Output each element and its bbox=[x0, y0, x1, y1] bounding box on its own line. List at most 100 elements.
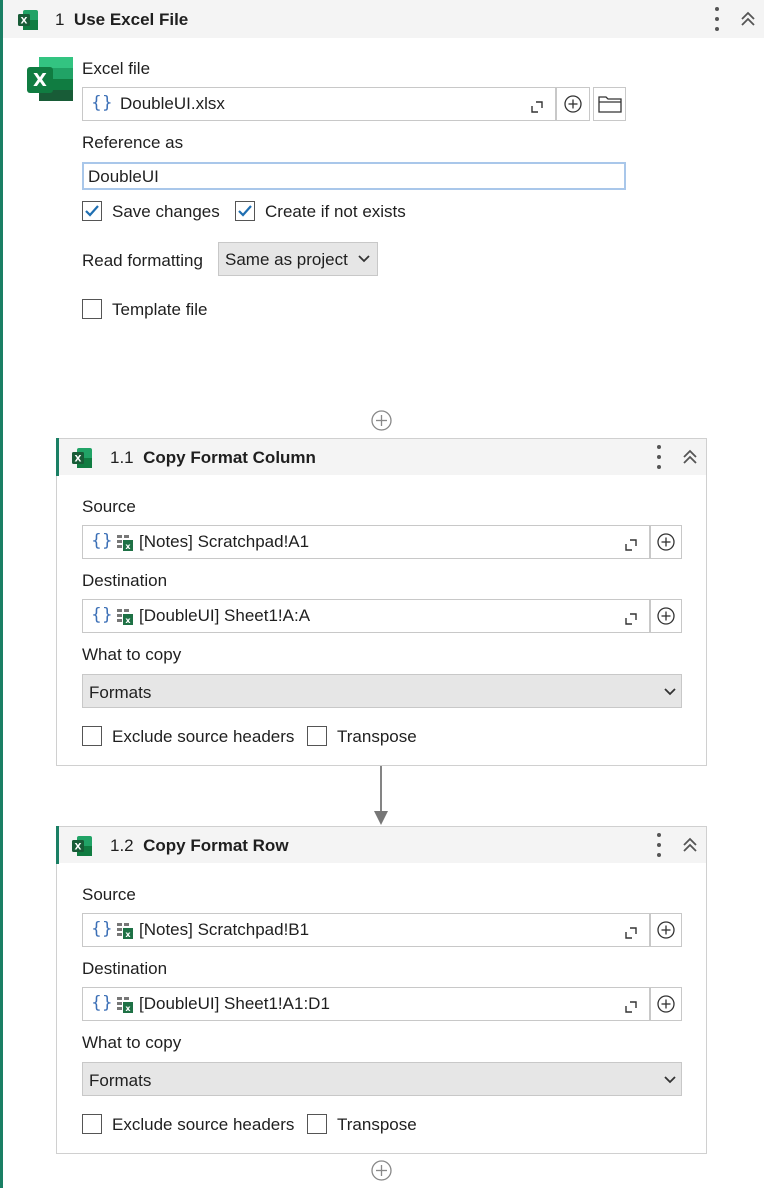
expand-icon[interactable] bbox=[625, 1001, 637, 1013]
checkmark-icon bbox=[238, 205, 252, 217]
step-title: 1 Use Excel File bbox=[55, 10, 188, 30]
reference-label: Reference as bbox=[82, 133, 184, 152]
excel-icon: X bbox=[72, 836, 92, 856]
excel-file-value: DoubleUI.xlsx bbox=[120, 94, 225, 113]
excel-file-icon: X bbox=[27, 57, 73, 101]
step-title-text: Copy Format Column bbox=[143, 448, 316, 467]
create-if-not-exists-checkbox[interactable] bbox=[235, 201, 255, 221]
sheet-range-icon: x bbox=[117, 609, 133, 625]
exclude-source-headers-checkbox[interactable] bbox=[82, 726, 102, 746]
chevron-down-icon bbox=[358, 255, 370, 263]
add-circle-icon bbox=[564, 95, 582, 113]
transpose-checkbox[interactable] bbox=[307, 726, 327, 746]
what-to-copy-value: Formats bbox=[89, 683, 152, 702]
add-step-button[interactable] bbox=[371, 1160, 392, 1181]
transpose-label: Transpose bbox=[337, 727, 417, 746]
expand-icon[interactable] bbox=[625, 613, 637, 625]
expand-icon[interactable] bbox=[625, 539, 637, 551]
more-vertical-icon[interactable] bbox=[714, 7, 720, 31]
destination-label: Destination bbox=[82, 959, 168, 978]
more-vertical-icon[interactable] bbox=[656, 445, 662, 469]
chevron-double-up-icon[interactable] bbox=[739, 10, 757, 28]
sheet-range-icon: x bbox=[117, 997, 133, 1013]
transpose-label: Transpose bbox=[337, 1115, 417, 1134]
step-title-text: Copy Format Row bbox=[143, 836, 289, 855]
step-accent-bar bbox=[56, 438, 59, 476]
what-to-copy-label: What to copy bbox=[82, 645, 182, 664]
source-value: [Notes] Scratchpad!A1 bbox=[139, 532, 310, 551]
destination-value: [DoubleUI] Sheet1!A1:D1 bbox=[139, 994, 330, 1013]
browse-file-button[interactable] bbox=[593, 87, 626, 121]
add-circle-icon bbox=[657, 533, 675, 551]
svg-text:x: x bbox=[125, 930, 131, 939]
source-label: Source bbox=[82, 885, 136, 904]
step-title: 1.1 Copy Format Column bbox=[110, 448, 316, 468]
step-number: 1.1 bbox=[110, 448, 134, 467]
exclude-source-headers-label: Exclude source headers bbox=[112, 1115, 295, 1134]
add-step-button[interactable] bbox=[371, 410, 392, 431]
source-field[interactable]: {} x [Notes] Scratchpad!B1 bbox=[82, 913, 650, 947]
sheet-range-icon: x bbox=[117, 535, 133, 551]
svg-text:x: x bbox=[125, 616, 131, 625]
excel-icon: X bbox=[18, 10, 38, 30]
step-title-text: Use Excel File bbox=[73, 10, 189, 29]
excel-icon: X bbox=[72, 448, 92, 468]
template-file-checkbox[interactable] bbox=[82, 299, 102, 319]
svg-text:X: X bbox=[75, 843, 82, 853]
more-vertical-icon[interactable] bbox=[656, 833, 662, 857]
what-to-copy-label: What to copy bbox=[82, 1033, 182, 1052]
svg-text:X: X bbox=[33, 70, 47, 91]
svg-text:x: x bbox=[125, 542, 131, 551]
read-formatting-dropdown[interactable]: Same as project bbox=[218, 242, 378, 276]
destination-label: Destination bbox=[82, 571, 168, 590]
chevron-down-icon bbox=[664, 1076, 676, 1084]
add-variable-button[interactable] bbox=[650, 599, 682, 633]
expand-icon[interactable] bbox=[625, 927, 637, 939]
destination-field[interactable]: {} x [DoubleUI] Sheet1!A:A bbox=[82, 599, 650, 633]
transpose-checkbox[interactable] bbox=[307, 1114, 327, 1134]
add-circle-icon bbox=[657, 921, 675, 939]
svg-text:X: X bbox=[75, 455, 82, 465]
excel-file-field[interactable]: {} DoubleUI.xlsx bbox=[82, 87, 556, 121]
add-variable-button[interactable] bbox=[650, 913, 682, 947]
exclude-source-headers-label: Exclude source headers bbox=[112, 727, 295, 746]
reference-input[interactable]: DoubleUI bbox=[82, 162, 626, 190]
variable-icon: {} bbox=[91, 93, 113, 113]
variable-icon: {} bbox=[91, 919, 113, 939]
save-changes-checkbox[interactable] bbox=[82, 201, 102, 221]
template-file-label: Template file bbox=[112, 300, 208, 319]
sheet-range-icon: x bbox=[117, 923, 133, 939]
exclude-source-headers-checkbox[interactable] bbox=[82, 1114, 102, 1134]
step-accent-bar bbox=[56, 826, 59, 864]
what-to-copy-dropdown[interactable]: Formats bbox=[82, 1062, 682, 1096]
checkmark-icon bbox=[85, 205, 99, 217]
variable-icon: {} bbox=[91, 531, 113, 551]
what-to-copy-dropdown[interactable]: Formats bbox=[82, 674, 682, 708]
create-if-not-exists-label: Create if not exists bbox=[265, 202, 406, 221]
what-to-copy-value: Formats bbox=[89, 1071, 152, 1090]
folder-icon bbox=[598, 96, 622, 113]
destination-value: [DoubleUI] Sheet1!A:A bbox=[139, 606, 311, 625]
svg-text:X: X bbox=[21, 17, 28, 27]
chevron-double-up-icon[interactable] bbox=[681, 836, 699, 854]
expand-icon[interactable] bbox=[531, 101, 543, 113]
excel-file-label: Excel file bbox=[82, 59, 151, 78]
add-variable-button[interactable] bbox=[650, 525, 682, 559]
step-number: 1.2 bbox=[110, 836, 134, 855]
add-variable-button[interactable] bbox=[556, 87, 590, 121]
add-variable-button[interactable] bbox=[650, 987, 682, 1021]
chevron-down-icon bbox=[664, 688, 676, 696]
step-accent-bar bbox=[0, 0, 3, 1188]
svg-text:x: x bbox=[125, 1004, 131, 1013]
chevron-double-up-icon[interactable] bbox=[681, 448, 699, 466]
step-number: 1 bbox=[55, 10, 65, 29]
add-circle-icon bbox=[657, 995, 675, 1013]
variable-icon: {} bbox=[91, 993, 113, 1013]
source-field[interactable]: {} x [Notes] Scratchpad!A1 bbox=[82, 525, 650, 559]
source-label: Source bbox=[82, 497, 136, 516]
source-value: [Notes] Scratchpad!B1 bbox=[139, 920, 310, 939]
destination-field[interactable]: {} x [DoubleUI] Sheet1!A1:D1 bbox=[82, 987, 650, 1021]
read-formatting-value: Same as project bbox=[225, 250, 348, 269]
reference-value: DoubleUI bbox=[88, 167, 159, 186]
variable-icon: {} bbox=[91, 605, 113, 625]
